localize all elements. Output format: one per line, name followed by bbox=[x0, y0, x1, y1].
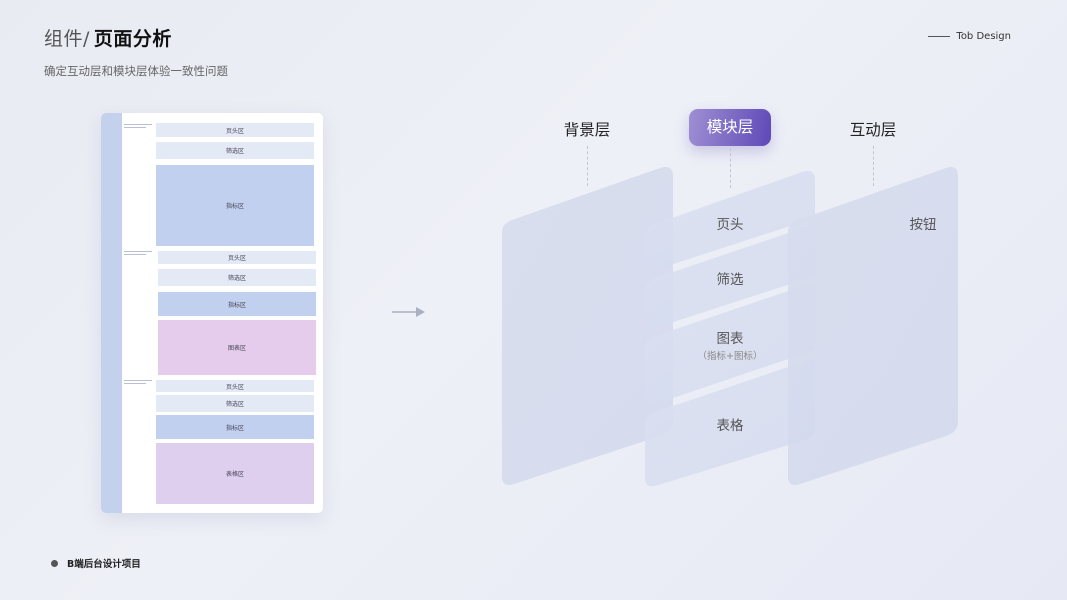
layer-heading-background: 背景层 bbox=[563, 121, 611, 139]
connector-background bbox=[587, 146, 588, 186]
brand-line bbox=[928, 36, 951, 37]
module-label-filter: 筛选 bbox=[716, 272, 744, 288]
footer-project: B端后台设计项目 bbox=[51, 556, 141, 570]
wire-filter-3: 筛选区 bbox=[156, 395, 314, 412]
layer-heading-module: 模块层 bbox=[689, 109, 771, 146]
wire-header-3: 页头区 bbox=[156, 380, 314, 392]
connector-interactive bbox=[873, 146, 874, 186]
section-marker bbox=[124, 251, 152, 256]
connector-module bbox=[730, 148, 731, 188]
module-label-chart: 图表 bbox=[716, 331, 744, 347]
page-title: 组件/页面分析 bbox=[44, 24, 172, 51]
title-main: 页面分析 bbox=[93, 28, 172, 50]
brand-label: Tob Design bbox=[928, 31, 1011, 42]
module-label-header: 页头 bbox=[716, 217, 744, 233]
wire-metric-3: 指标区 bbox=[156, 415, 314, 439]
page-wireframe: 页头区 筛选区 指标区 页头区 筛选区 指标区 图表区 页头区 筛选区 指标区 … bbox=[101, 113, 323, 513]
module-label-table: 表格 bbox=[716, 418, 744, 434]
module-sublabel-chart: （指标+图标） bbox=[697, 351, 763, 362]
wire-chart-2: 图表区 bbox=[158, 320, 316, 375]
wire-metric-1: 指标区 bbox=[156, 165, 314, 246]
wire-table-3: 表格区 bbox=[156, 443, 314, 504]
wire-metric-2: 指标区 bbox=[158, 292, 316, 316]
wire-header-1: 页头区 bbox=[156, 123, 314, 137]
layer-heading-interactive: 互动层 bbox=[849, 121, 897, 139]
wire-filter-2: 筛选区 bbox=[158, 269, 316, 286]
interactive-label-button: 按钮 bbox=[909, 217, 937, 233]
footer-project-label: B端后台设计项目 bbox=[67, 559, 141, 570]
wire-header-2: 页头区 bbox=[158, 251, 316, 264]
wire-filter-1: 筛选区 bbox=[156, 142, 314, 159]
section-marker bbox=[124, 380, 152, 385]
brand-text: Tob Design bbox=[956, 31, 1011, 42]
section-marker bbox=[124, 124, 152, 129]
wireframe-sidebar bbox=[101, 113, 122, 513]
page-subtitle: 确定互动层和模块层体验一致性问题 bbox=[44, 64, 228, 78]
arrow-right-icon bbox=[392, 307, 425, 317]
title-prefix: 组件/ bbox=[44, 28, 90, 50]
bullet-icon bbox=[51, 559, 58, 567]
